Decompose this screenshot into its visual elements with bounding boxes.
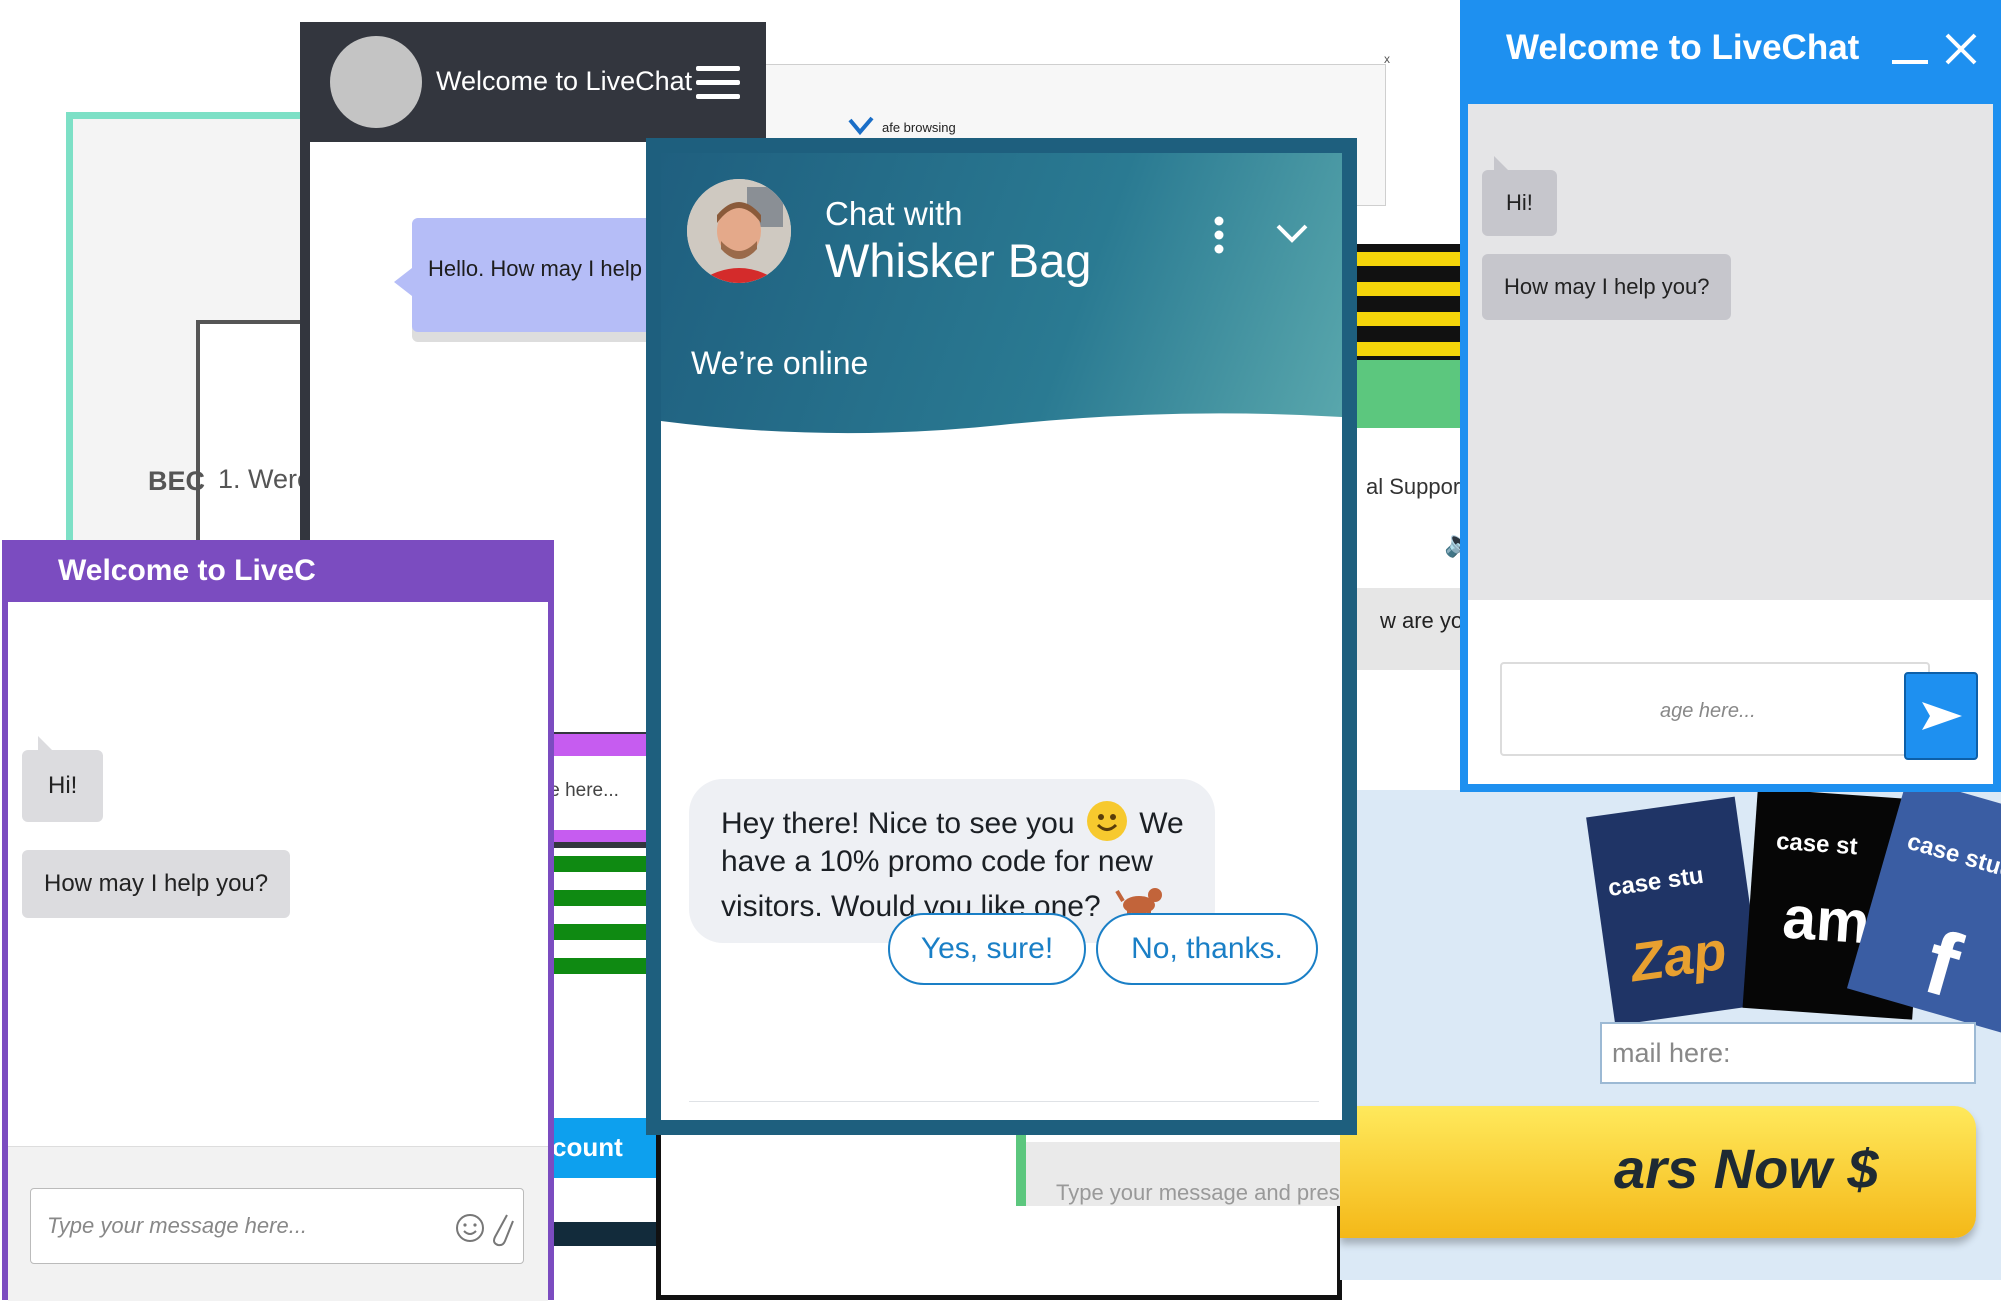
footer-divider xyxy=(689,1101,1319,1102)
ad-cta-button[interactable]: ars Now $ xyxy=(1340,1106,1976,1238)
purple-bubble-tail xyxy=(38,736,52,750)
blue-msg-hi: Hi! xyxy=(1482,170,1557,236)
blue-message-input[interactable]: age here... xyxy=(1500,662,1930,756)
case-study-ad: case stu Zap case st am case study f mai… xyxy=(1340,790,2001,1280)
minimize-icon[interactable] xyxy=(1892,60,1928,64)
ad-card-facebook-text: case study xyxy=(1904,827,2001,889)
smile-emoji-icon xyxy=(1086,801,1127,841)
header-wave xyxy=(661,413,1342,453)
ad-card-zapier-text: case stu xyxy=(1606,861,1706,902)
greeting-bubble-tail xyxy=(394,268,412,296)
ad-email-input[interactable]: mail here: xyxy=(1600,1022,1976,1084)
smiley-icon[interactable] xyxy=(455,1213,485,1248)
ad-cta-label: ars Now $ xyxy=(1614,1137,1879,1200)
striped-ad xyxy=(1355,244,1461,362)
main-chat-widget: Chat with Whisker Bag We’re online Hey t… xyxy=(646,138,1357,1135)
blue-msg-help: How may I help you? xyxy=(1482,254,1732,320)
dark-bar xyxy=(552,1222,656,1246)
blue-chat-widget: Welcome to LiveChat Hi! How may I help y… xyxy=(1460,0,2001,792)
teal-partial-title: BEC xyxy=(148,466,206,496)
purple-chat-widget: Welcome to LiveC Hi! How may I help you?… xyxy=(2,540,554,1301)
yes-sure-button[interactable]: Yes, sure! xyxy=(888,913,1086,985)
teal-partial-item: 1. Were xyxy=(218,464,313,494)
green-stripes xyxy=(552,856,656,992)
header-agent-name: Whisker Bag xyxy=(825,234,1092,287)
purple-msg-help: How may I help you? xyxy=(22,850,291,918)
online-status: We’re online xyxy=(691,345,869,381)
blue-bubble-tail xyxy=(1494,156,1508,170)
agent-avatar xyxy=(687,179,791,283)
facebook-icon: f xyxy=(1913,912,1971,1017)
greeting-text: Hello. How may I help xyxy=(428,256,642,281)
send-button[interactable] xyxy=(1904,672,1978,760)
blue-msg-hi-text: Hi! xyxy=(1506,190,1533,215)
main-chat-header: Chat with Whisker Bag We’re online xyxy=(661,153,1342,453)
account-button-label: count xyxy=(552,1132,623,1162)
purple-msg-help-text: How may I help you? xyxy=(44,870,269,897)
promo-line-1b-text: We xyxy=(1139,806,1184,840)
blue-msg-help-text: How may I help you? xyxy=(1504,274,1710,299)
promo-line-1: Hey there! Nice to see you We xyxy=(721,801,1184,845)
more-options-icon[interactable] xyxy=(1213,215,1225,260)
purple-input-placeholder: Type your message here... xyxy=(47,1213,308,1238)
popup-text: afe browsing xyxy=(882,120,956,135)
yes-sure-label: Yes, sure! xyxy=(920,932,1054,965)
account-button[interactable]: count xyxy=(552,1118,656,1178)
popup-close-button[interactable]: x xyxy=(1384,52,1390,66)
ad-card-amazon-text: case st xyxy=(1775,827,1859,861)
gray-chat-title: Welcome to LiveChat xyxy=(436,66,693,96)
purple-message-input[interactable]: Type your message here... xyxy=(30,1188,524,1264)
send-icon xyxy=(1920,700,1964,737)
chevron-down-icon[interactable] xyxy=(1275,223,1309,250)
paperclip-icon[interactable] xyxy=(489,1207,515,1252)
no-thanks-button[interactable]: No, thanks. xyxy=(1096,913,1318,985)
ad-card-zapier: case stu Zap xyxy=(1586,796,1764,1026)
blue-chat-title: Welcome to LiveChat xyxy=(1506,28,1860,67)
promo-line-2: have a 10% promo code for new xyxy=(721,845,1153,878)
no-thanks-label: No, thanks. xyxy=(1131,932,1283,965)
close-icon[interactable] xyxy=(1944,32,1978,71)
promo-line-1-text: Hey there! Nice to see you xyxy=(721,806,1075,840)
purple-msg-hi-text: Hi! xyxy=(48,772,78,799)
ad-brand-zap: Zap xyxy=(1626,920,1731,994)
main-chat-panel: Chat with Whisker Bag We’re online Hey t… xyxy=(661,153,1342,1120)
blue-input-placeholder: age here... xyxy=(1660,700,1756,722)
avatar xyxy=(330,36,422,128)
ad-email-placeholder: mail here: xyxy=(1612,1038,1731,1068)
purple-chat-title: Welcome to LiveC xyxy=(58,554,316,587)
menu-icon[interactable] xyxy=(696,64,740,105)
header-chat-with: Chat with xyxy=(825,195,963,232)
purple-msg-hi: Hi! xyxy=(22,750,104,822)
green-chat-title: al Support xyxy=(1366,474,1467,499)
